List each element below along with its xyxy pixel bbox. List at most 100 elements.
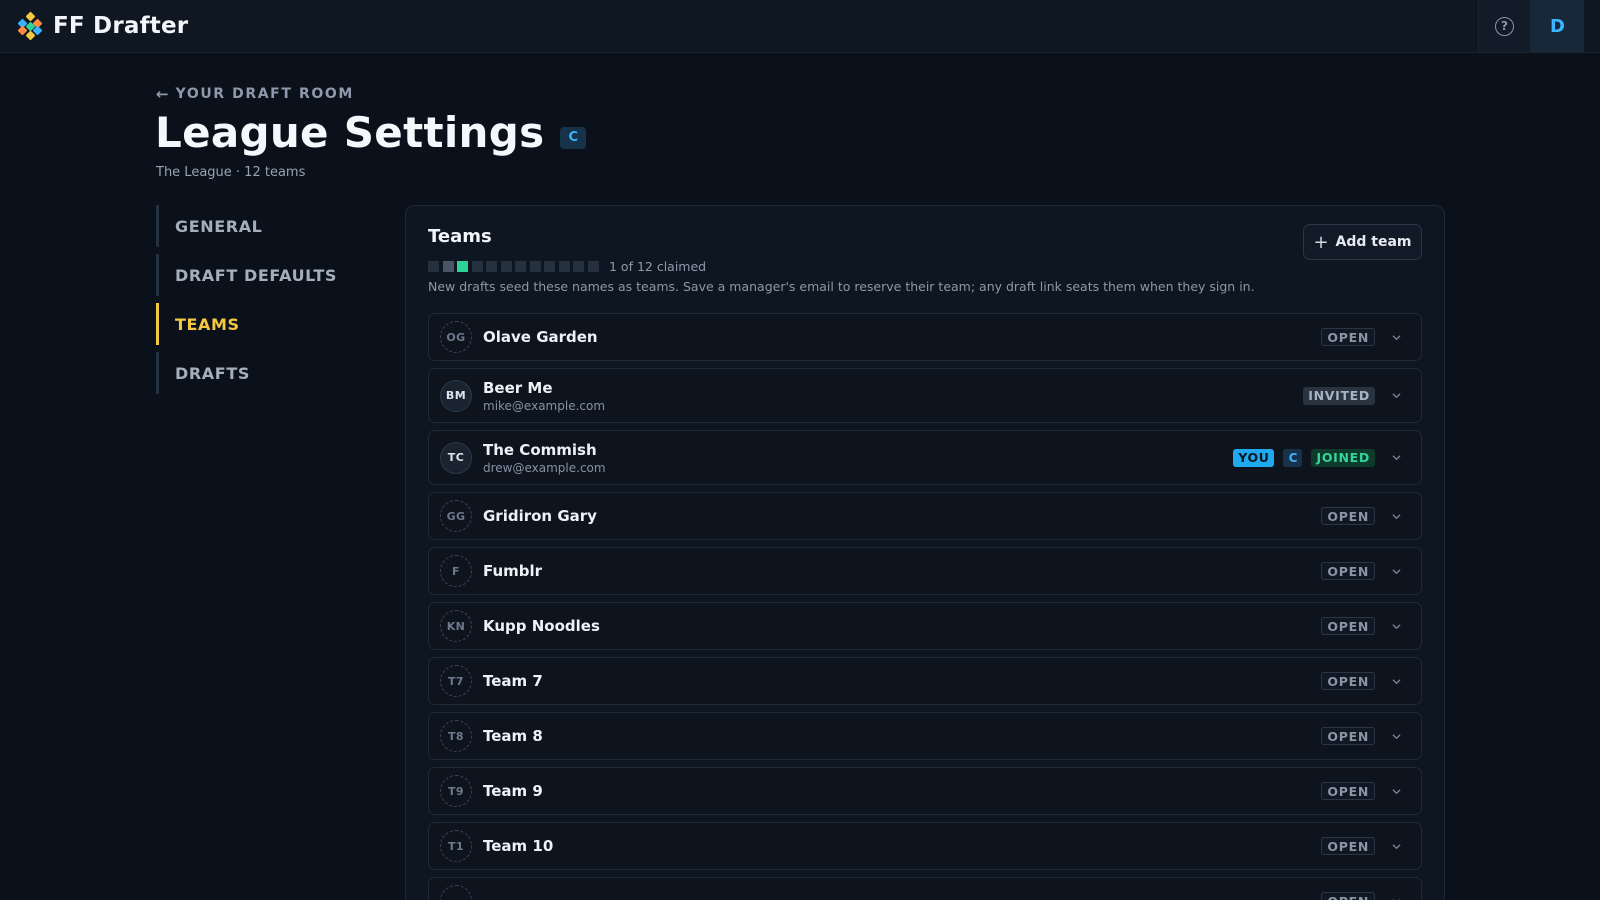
team-row[interactable]: T7 Team 7 OPEN [428,657,1422,705]
page-title-text: League Settings [155,108,545,157]
team-name: Team 7 [483,672,543,690]
team-row-status-area: OPEN [1321,562,1407,580]
user-avatar[interactable]: D [1530,0,1584,52]
claim-squares [428,261,602,272]
chevron-down-icon[interactable] [1385,841,1407,852]
team-email: drew@example.com [483,460,606,475]
teams-panel: Teams + Add team 1 of 12 claimed New dra… [405,205,1445,900]
plus-icon: + [1313,231,1329,253]
team-row[interactable]: GG Gridiron Gary OPEN [428,492,1422,540]
commissioner-badge: C [1283,448,1303,467]
top-bar: FF Drafter ? D [0,0,1600,53]
team-initials-avatar: BM [440,379,472,412]
league-subtitle: The League · 12 teams [156,165,306,180]
add-team-label: Add team [1335,234,1412,250]
team-info: Team 7 [483,672,543,690]
team-info: Team 8 [483,727,543,745]
chevron-down-icon[interactable] [1385,896,1407,900]
team-row[interactable]: T9 Team 9 OPEN [428,767,1422,815]
team-row[interactable]: OPEN [428,877,1422,900]
team-row[interactable]: KN Kupp Noodles OPEN [428,602,1422,650]
status-badge: INVITED [1303,386,1375,405]
chevron-down-icon[interactable] [1385,621,1407,632]
status-badge: OPEN [1321,328,1375,346]
claim-square [558,261,570,272]
team-name: Team 9 [483,782,543,800]
team-initials-avatar [440,885,472,900]
team-row-status-area: YOU C JOINED [1233,448,1407,467]
chevron-down-icon[interactable] [1385,566,1407,577]
team-row-status-area: OPEN [1321,892,1407,900]
team-row[interactable]: OG Olave Garden OPEN [428,313,1422,361]
team-row[interactable]: T8 Team 8 OPEN [428,712,1422,760]
add-team-button[interactable]: + Add team [1303,224,1422,260]
claim-square [587,261,599,272]
team-initials-avatar: F [440,555,472,587]
nav-item-label: TEAMS [175,314,240,334]
team-info: Gridiron Gary [483,507,597,525]
team-initials-avatar: T9 [440,775,472,807]
team-initials-avatar: T1 [440,830,472,862]
status-badge: OPEN [1321,782,1375,800]
team-info: Team 9 [483,782,543,800]
team-info: Olave Garden [483,328,598,346]
team-list: OG Olave Garden OPEN BM Beer Me mike@example.… [428,313,1422,900]
settings-nav: GENERAL DRAFT DEFAULTS TEAMS DRAFTS [156,205,386,401]
status-badge: OPEN [1321,727,1375,745]
team-email: mike@example.com [483,398,606,413]
team-row[interactable]: F Fumblr OPEN [428,547,1422,595]
team-row-status-area: OPEN [1321,507,1407,525]
team-name: Team 10 [483,837,554,855]
chevron-down-icon[interactable] [1385,390,1407,401]
team-info: Kupp Noodles [483,617,600,635]
chevron-down-icon[interactable] [1385,786,1407,797]
team-row-status-area: OPEN [1321,328,1407,346]
chevron-down-icon[interactable] [1385,676,1407,687]
team-info: Team 10 [483,837,553,855]
team-initials-avatar: KN [440,610,472,642]
chevron-down-icon[interactable] [1385,731,1407,742]
team-row[interactable]: T1 Team 10 OPEN [428,822,1422,870]
arrow-left-icon: ← [156,85,169,103]
nav-item-drafts[interactable]: DRAFTS [156,352,386,394]
back-link-label: YOUR DRAFT ROOM [175,86,354,102]
nav-item-label: GENERAL [175,216,263,236]
claim-progress: 1 of 12 claimed [428,259,706,274]
team-info: The Commish drew@example.com [483,441,606,475]
team-row-status-area: OPEN [1321,782,1407,800]
team-name: Fumblr [483,562,543,580]
chevron-down-icon[interactable] [1385,332,1407,343]
team-initials-avatar: TC [440,441,472,474]
chevron-down-icon[interactable] [1385,511,1407,522]
team-row[interactable]: TC The Commish drew@example.com YOU C JOINED [428,430,1422,485]
status-badge: OPEN [1321,562,1375,580]
claim-square [573,261,584,272]
teams-help-text: New drafts seed these names as teams. Sa… [428,279,1255,294]
chevron-down-icon[interactable] [1385,452,1407,463]
team-initials-avatar: T7 [440,665,472,697]
claim-square [529,261,541,272]
nav-item-draft-defaults[interactable]: DRAFT DEFAULTS [156,254,386,296]
help-icon: ? [1495,16,1514,36]
help-button[interactable]: ? [1478,0,1530,52]
status-badge: OPEN [1321,507,1375,525]
nav-item-general[interactable]: GENERAL [156,205,386,247]
status-badge: OPEN [1321,617,1375,635]
panel-title: Teams [428,226,492,247]
brand[interactable]: FF Drafter [16,11,188,41]
team-name: Beer Me [483,378,553,397]
team-name: The Commish [483,440,597,459]
team-row[interactable]: BM Beer Me mike@example.com INVITED [428,368,1422,423]
team-row-status-area: OPEN [1321,672,1407,690]
nav-item-label: DRAFTS [175,363,250,383]
status-badge: OPEN [1321,892,1375,900]
nav-item-teams[interactable]: TEAMS [156,303,386,345]
status-badge: JOINED [1311,448,1375,467]
claim-square [500,261,512,272]
team-name: Kupp Noodles [483,617,600,635]
team-initials-avatar: OG [440,321,472,353]
brand-logo-icon [16,11,44,41]
back-to-draft-room-link[interactable]: ← YOUR DRAFT ROOM [156,85,354,103]
team-name: Gridiron Gary [483,507,597,525]
team-row-status-area: OPEN [1321,727,1407,745]
